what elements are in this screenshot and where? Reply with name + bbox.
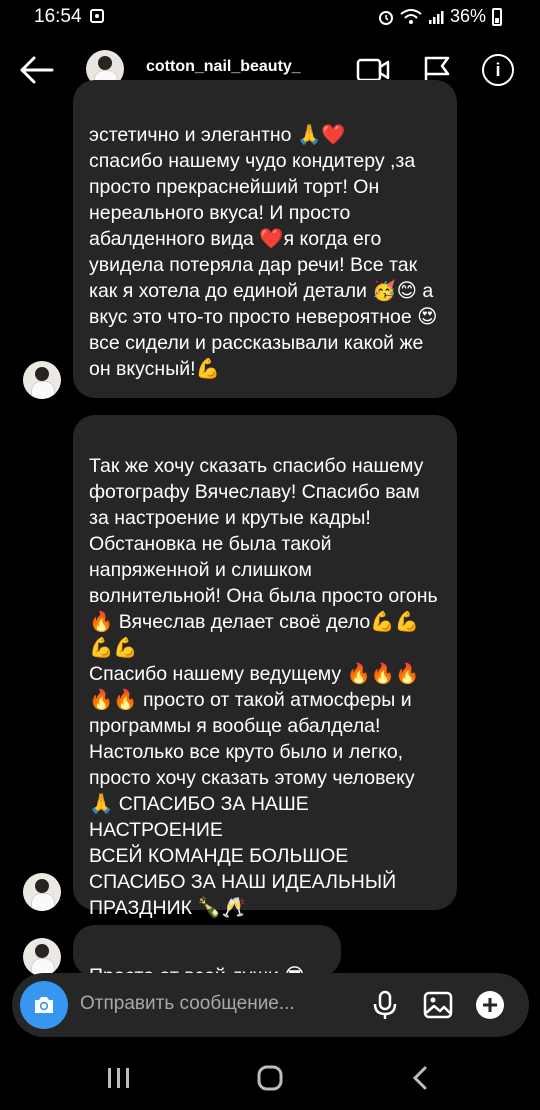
home-icon[interactable] [255,1065,285,1091]
message-text: эстетично и элегантно 🙏❤️ спасибо нашему… [89,124,438,380]
recent-apps-icon[interactable] [104,1065,134,1091]
status-bar: 16:54 36% [0,0,540,34]
status-time: 16:54 [34,6,82,27]
message-bubble[interactable]: эстетично и элегантно 🙏❤️ спасибо нашему… [73,80,457,398]
wifi-icon [400,8,422,24]
message-bubble[interactable]: Так же хочу сказать спасибо нашему фотог… [73,415,457,919]
message-bubble[interactable]: Просто от всей души 😎 [73,925,341,987]
message-composer: Отправить сообщение... [12,973,529,1037]
microphone-icon[interactable] [369,989,401,1021]
camera-button[interactable] [20,981,68,1029]
alarm-icon [378,10,393,25]
battery-percent: 36% [449,6,486,26]
sender-avatar[interactable] [23,873,61,911]
camera-icon [35,997,53,1013]
gallery-icon[interactable] [422,989,454,1021]
back-arrow-icon[interactable] [18,54,54,86]
add-icon[interactable] [474,989,506,1021]
battery-icon [492,7,502,26]
message-text: Так же хочу сказать спасибо нашему фотог… [89,455,438,919]
system-nav-bar [0,1045,540,1110]
info-icon[interactable]: i [482,54,514,86]
back-nav-icon[interactable] [405,1065,435,1091]
sender-avatar[interactable] [23,361,61,399]
status-right: 36% [378,6,502,27]
message-input[interactable]: Отправить сообщение... [80,993,295,1015]
chat-username[interactable]: cotton_nail_beauty_ [146,58,301,76]
signal-icon [428,10,444,24]
sender-avatar[interactable] [23,938,61,976]
notification-icon [90,9,104,23]
